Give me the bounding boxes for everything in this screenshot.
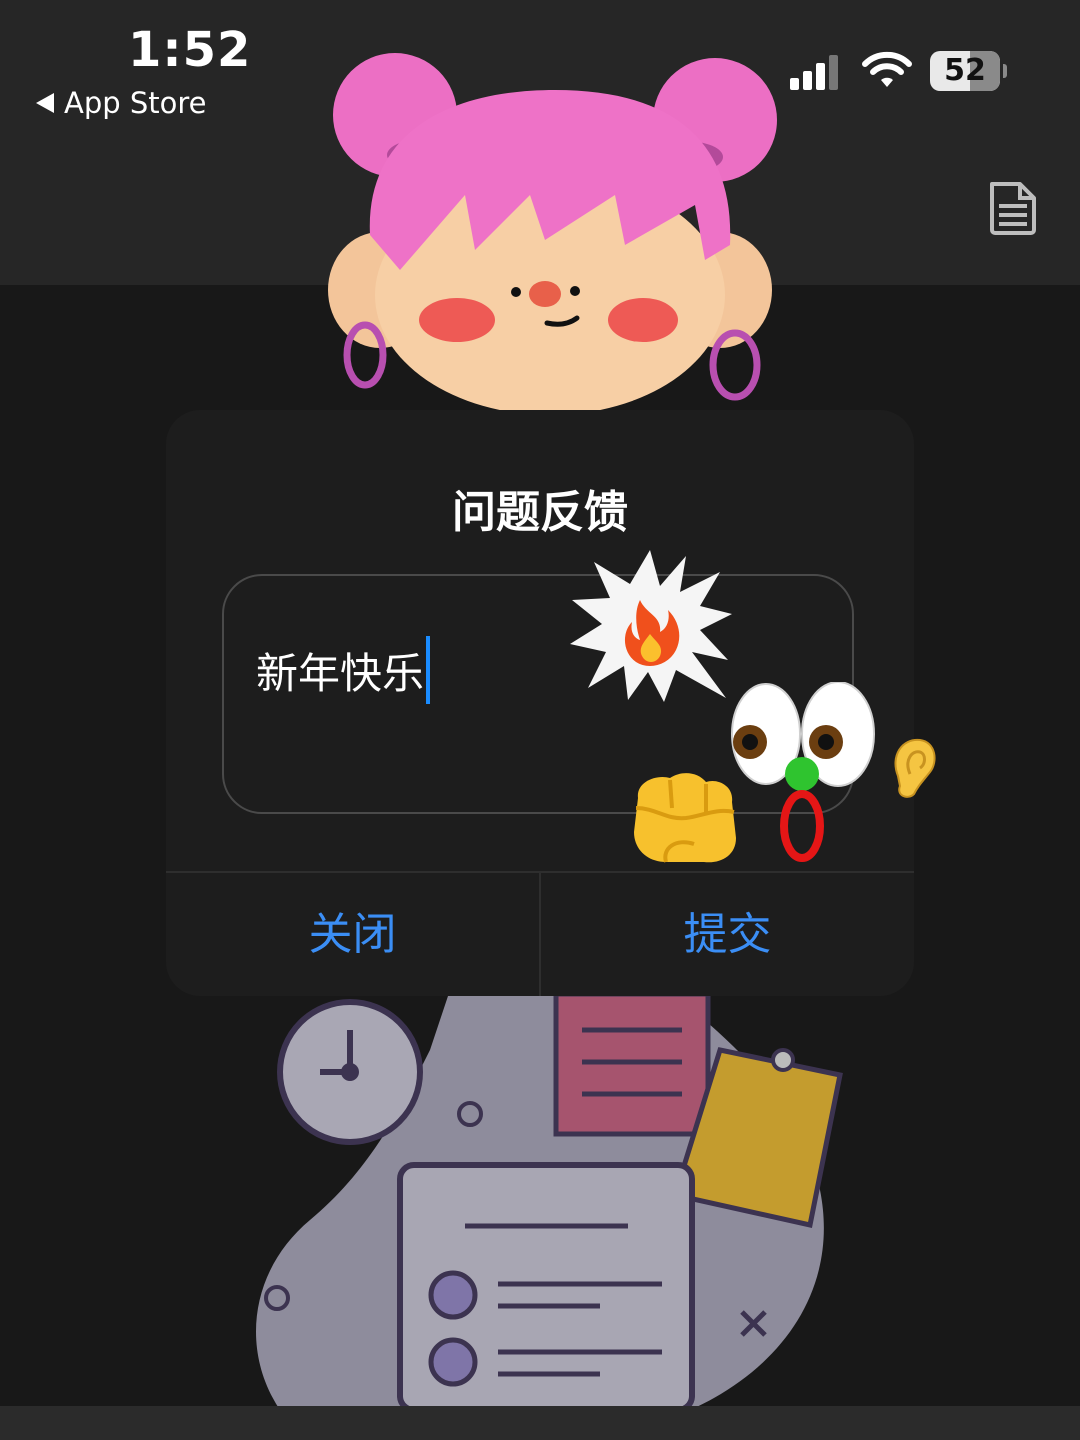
submit-button[interactable]: 提交 (541, 873, 914, 996)
feedback-input-value: 新年快乐 (256, 648, 425, 698)
fire-burst-sticker (570, 550, 732, 702)
ear-icon (894, 738, 936, 798)
battery-icon: 52 (930, 51, 1007, 91)
wifi-icon (862, 51, 912, 87)
fist-icon (634, 773, 736, 863)
dialog-title: 问题反馈 (452, 487, 628, 538)
signal-icon (790, 55, 838, 90)
bottom-bar (0, 1406, 1080, 1440)
battery-percentage: 52 (944, 53, 986, 88)
close-button[interactable]: 关闭 (166, 873, 539, 996)
text-caret (426, 636, 431, 704)
girl-avatar-mascot (328, 53, 777, 415)
feedback-illustration (256, 990, 843, 1410)
back-to-app-store-button[interactable]: App Store (36, 86, 207, 120)
document-icon[interactable] (986, 180, 1040, 236)
back-arrow-icon (36, 93, 54, 113)
back-label: App Store (64, 86, 207, 120)
face-eyes-sticker (731, 682, 875, 862)
status-time: 1:52 (128, 22, 252, 78)
